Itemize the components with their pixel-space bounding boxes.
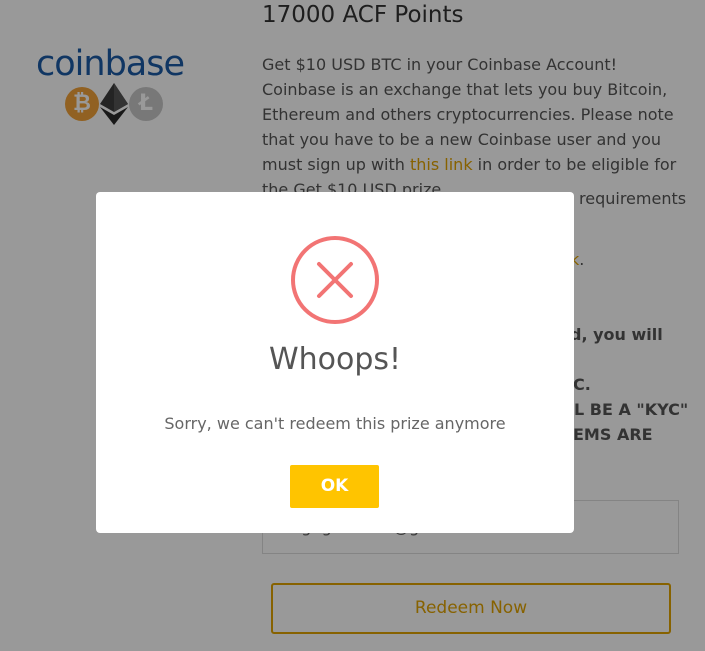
modal-title: Whoops! [268,342,402,377]
ok-button[interactable]: OK [290,465,379,508]
modal-message: Sorry, we can't redeem this prize anymor… [164,414,506,433]
error-x-icon [291,236,379,324]
error-modal: Whoops! Sorry, we can't redeem this priz… [96,192,574,533]
